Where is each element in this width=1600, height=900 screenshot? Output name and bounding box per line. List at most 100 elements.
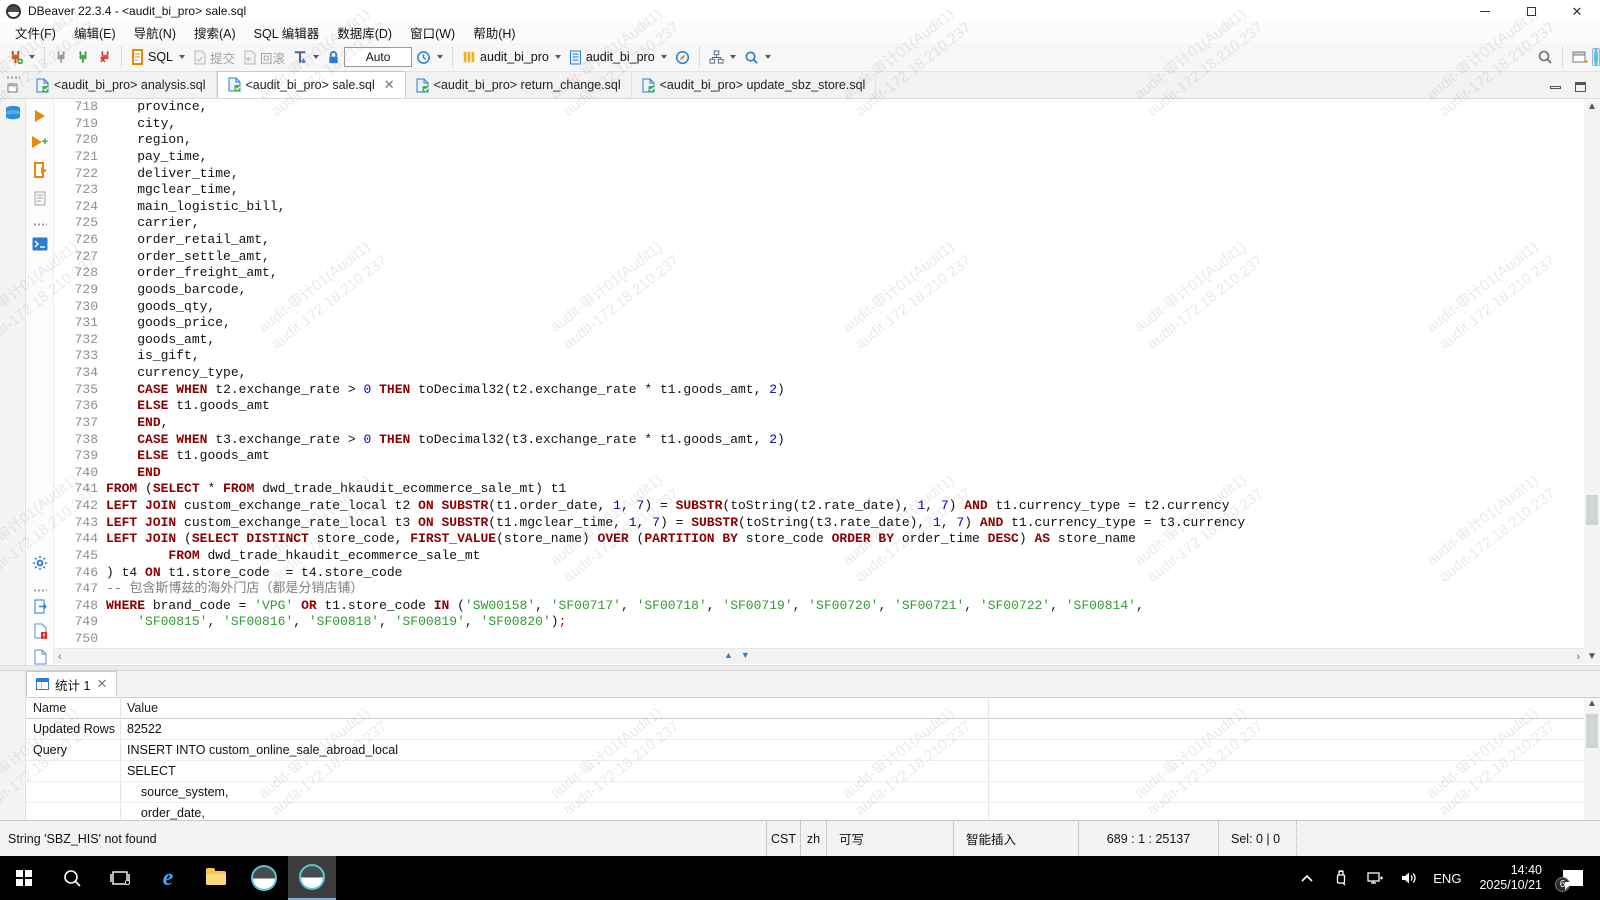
doc-warning-icon xyxy=(33,623,48,639)
global-search-button[interactable] xyxy=(1533,46,1557,68)
stats-result-tab[interactable]: 统计 1 ✕ xyxy=(26,671,117,697)
editor-vertical-scrollbar[interactable]: ▲ ▼ xyxy=(1584,99,1600,664)
table-row[interactable]: QueryINSERT INTO custom_online_sale_abro… xyxy=(26,740,1584,761)
tray-volume-button[interactable] xyxy=(1395,856,1423,900)
lock-button[interactable] xyxy=(323,47,344,68)
open-terminal-button[interactable] xyxy=(31,235,49,253)
vertical-layout-button[interactable] xyxy=(705,47,740,68)
database-select[interactable]: audit_bi_pro xyxy=(458,47,565,67)
reconnect-button[interactable] xyxy=(72,47,94,68)
results-vertical-scrollbar[interactable]: ▲ xyxy=(1584,698,1600,820)
menu-item[interactable]: 帮助(H) xyxy=(464,21,524,44)
status-grip xyxy=(1296,821,1306,856)
commit-button[interactable]: 提交 xyxy=(189,45,239,70)
file-explorer-button[interactable] xyxy=(192,856,240,900)
disconnect-button[interactable] xyxy=(50,47,72,68)
menu-item[interactable]: 编辑(E) xyxy=(65,21,125,44)
drag-handle-icon[interactable] xyxy=(6,76,20,79)
sql-editor-area[interactable]: 718 province,719 city,720 region,721 pay… xyxy=(54,99,1584,648)
column-header-value[interactable]: Value xyxy=(120,701,158,715)
editor-tab[interactable]: <audit_bi_pro> update_sbz_store.sql xyxy=(632,72,877,98)
toolbar-separator-dots xyxy=(33,589,47,592)
scroll-up-arrow-icon[interactable]: ▲ xyxy=(1587,698,1597,709)
start-button[interactable] xyxy=(0,856,48,900)
scrollbar-thumb[interactable] xyxy=(1586,714,1598,748)
dbeaver-taskbar-button-active[interactable] xyxy=(288,856,336,900)
new-connection-button[interactable] xyxy=(4,47,39,68)
close-button[interactable]: ✕ xyxy=(1554,0,1600,22)
menu-item[interactable]: 搜索(A) xyxy=(185,21,245,44)
sql-file-icon xyxy=(228,77,241,92)
maximize-view-icon[interactable] xyxy=(1575,82,1586,92)
tray-language-indicator[interactable]: ENG xyxy=(1429,871,1465,886)
scroll-up-arrow-icon[interactable]: ▲ xyxy=(1587,101,1597,112)
execute-script-button[interactable] xyxy=(31,161,49,179)
code-line: 741FROM (SELECT * FROM dwd_trade_hkaudit… xyxy=(54,481,1584,498)
minimize-view-icon[interactable] xyxy=(1550,86,1561,89)
table-row[interactable]: Updated Rows82522 xyxy=(26,719,1584,740)
sql-script-icon xyxy=(131,49,144,65)
tab-close-icon[interactable]: ✕ xyxy=(384,77,395,93)
code-line: 736 ELSE t1.goods_amt xyxy=(54,398,1584,415)
auto-sync-button[interactable] xyxy=(671,47,694,68)
scroll-down-arrow-icon[interactable]: ▼ xyxy=(1587,651,1597,662)
table-row[interactable]: order_date, xyxy=(26,803,1584,820)
dbeaver-perspective-button[interactable] xyxy=(1592,48,1600,66)
export-result-button[interactable] xyxy=(31,597,49,615)
menu-item[interactable]: SQL 编辑器 xyxy=(245,21,329,44)
scroll-right-arrow-icon[interactable]: › xyxy=(1576,651,1580,663)
editor-tab[interactable]: <audit_bi_pro> return_change.sql xyxy=(406,72,632,98)
action-center-button[interactable]: 6 xyxy=(1556,856,1590,900)
task-view-button[interactable] xyxy=(96,856,144,900)
column-divider[interactable] xyxy=(988,698,989,820)
terminal-icon xyxy=(32,237,48,251)
restore-view-icon[interactable] xyxy=(7,82,19,93)
quick-search-button[interactable] xyxy=(740,47,775,68)
menu-item[interactable]: 窗口(W) xyxy=(401,21,464,44)
database-navigator-icon[interactable] xyxy=(4,105,22,121)
tray-network-button[interactable] xyxy=(1361,856,1389,900)
minimize-button[interactable] xyxy=(1462,0,1508,22)
code-line: 718 province, xyxy=(54,99,1584,116)
unsaved-file-button[interactable] xyxy=(31,622,49,640)
scroll-left-arrow-icon[interactable]: ‹ xyxy=(58,651,62,663)
file-button[interactable] xyxy=(31,648,49,666)
menu-item[interactable]: 文件(F) xyxy=(6,21,65,44)
editor-tab[interactable]: <audit_bi_pro> sale.sql✕ xyxy=(217,71,406,98)
taskbar-search-button[interactable] xyxy=(48,856,96,900)
splitter-collapse-arrows[interactable]: ▲▼ xyxy=(724,650,750,660)
tray-usb-button[interactable] xyxy=(1327,856,1355,900)
code-line: 719 city, xyxy=(54,116,1584,133)
query-history-button[interactable] xyxy=(412,47,447,68)
editor-tab[interactable]: <audit_bi_pro> analysis.sql xyxy=(26,72,217,98)
scrollbar-thumb[interactable] xyxy=(1586,495,1598,525)
tray-chevron-up-button[interactable] xyxy=(1293,856,1321,900)
tray-clock[interactable]: 14:40 2025/10/21 xyxy=(1471,863,1550,893)
menu-item[interactable]: 导航(N) xyxy=(125,21,185,44)
line-number: 726 xyxy=(54,232,98,249)
editor-horizontal-scrollbar[interactable]: ‹ › xyxy=(54,648,1584,664)
invalidate-connection-button[interactable] xyxy=(94,47,116,68)
execute-statement-button[interactable] xyxy=(31,107,49,125)
menu-item[interactable]: 数据库(D) xyxy=(328,21,401,44)
column-header-name[interactable]: Name xyxy=(26,701,120,715)
autocommit-select[interactable]: Auto xyxy=(344,47,412,67)
rollback-button[interactable]: 回滚 xyxy=(239,45,289,70)
table-row[interactable]: SELECT xyxy=(26,761,1584,782)
dbeaver-taskbar-button[interactable] xyxy=(240,856,288,900)
table-row[interactable]: source_system, xyxy=(26,782,1584,803)
explain-plan-button[interactable] xyxy=(31,189,49,207)
schema-select[interactable]: audit_bi_pro xyxy=(565,47,671,68)
tab-close-icon[interactable]: ✕ xyxy=(96,676,107,692)
line-number: 725 xyxy=(54,215,98,232)
column-divider[interactable] xyxy=(120,698,121,820)
maximize-button[interactable] xyxy=(1508,0,1554,22)
internet-explorer-button[interactable]: e xyxy=(144,856,192,900)
compass-icon xyxy=(675,50,690,65)
transaction-mode-button[interactable] xyxy=(289,47,323,68)
open-perspective-button[interactable] xyxy=(1568,47,1592,68)
line-number: 746 xyxy=(54,565,98,582)
sql-editor-button[interactable]: SQL xyxy=(127,46,189,68)
execute-new-tab-button[interactable]: + xyxy=(31,133,49,151)
editor-settings-button[interactable] xyxy=(31,554,49,572)
